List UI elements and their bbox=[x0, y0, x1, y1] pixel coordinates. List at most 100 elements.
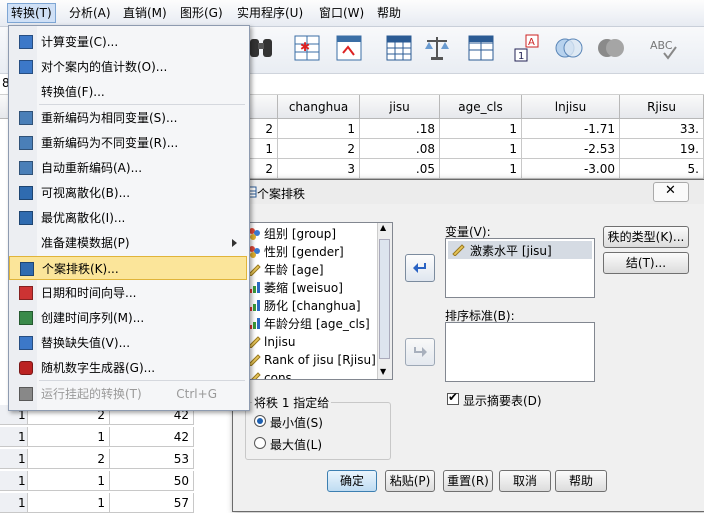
grid-cell[interactable]: 3 bbox=[278, 159, 360, 179]
menu-item[interactable]: 准备建模数据(P) bbox=[9, 231, 247, 255]
grid-cell[interactable]: -1.71 bbox=[522, 119, 620, 139]
menu-item[interactable]: 对个案内的值计数(O)... bbox=[9, 55, 247, 79]
menu-item[interactable]: 转换值(F)... bbox=[9, 80, 247, 104]
grid-cell[interactable]: 33. bbox=[620, 119, 704, 139]
show-all-variables-icon[interactable] bbox=[596, 33, 626, 63]
help-button[interactable]: 帮助 bbox=[555, 470, 607, 492]
row-header[interactable]: 1 bbox=[0, 427, 28, 447]
variables-target-list[interactable]: 激素水平 [jisu] bbox=[445, 238, 595, 298]
move-to-sortby-button[interactable] bbox=[405, 338, 435, 366]
menu-item[interactable]: 自动重新编码(A)... bbox=[9, 156, 247, 180]
col-header-rjisu[interactable]: Rjisu bbox=[620, 95, 704, 119]
scroll-up-icon[interactable]: ▲ bbox=[380, 223, 386, 232]
paste-button[interactable]: 粘贴(P) bbox=[385, 470, 435, 492]
dialog-titlebar[interactable]: 个案排秩 ✕ bbox=[233, 180, 704, 204]
menu-item[interactable]: 可视离散化(B)... bbox=[9, 181, 247, 205]
grid-cell[interactable]: 1 bbox=[440, 139, 522, 159]
scrollbar-thumb[interactable] bbox=[379, 239, 390, 359]
list-item[interactable]: 年龄分组 [age_cls] bbox=[248, 315, 370, 333]
menu-item-label: 重新编码为不同变量(R)... bbox=[41, 136, 179, 150]
grid-cell[interactable]: 53 bbox=[110, 449, 194, 469]
list-item[interactable]: 肠化 [changhua] bbox=[248, 297, 361, 315]
menu-window[interactable]: 窗口(W) bbox=[316, 4, 367, 22]
list-item[interactable]: 年龄 [age] bbox=[248, 261, 324, 279]
list-item[interactable]: 萎缩 [weisuo] bbox=[248, 279, 343, 297]
spell-check-icon[interactable]: ABC bbox=[648, 33, 678, 63]
close-button[interactable]: ✕ bbox=[653, 182, 689, 202]
menu-analyze[interactable]: 分析(A) bbox=[66, 4, 114, 22]
use-variable-sets-icon[interactable] bbox=[554, 33, 584, 63]
radio-smallest[interactable] bbox=[254, 415, 266, 427]
grid-cell[interactable]: 2 bbox=[28, 449, 110, 469]
menu-item[interactable]: 个案排秩(K)... bbox=[9, 256, 247, 280]
col-header-lnjisu[interactable]: lnjisu bbox=[522, 95, 620, 119]
reset-button[interactable]: 重置(R) bbox=[443, 470, 493, 492]
col-header-changhua[interactable]: changhua bbox=[278, 95, 360, 119]
grid-cell[interactable]: 1 bbox=[278, 119, 360, 139]
menu-item[interactable]: 替换缺失值(V)... bbox=[9, 331, 247, 355]
row-header[interactable]: 1 bbox=[0, 493, 28, 513]
grid-cell[interactable]: 19. bbox=[620, 139, 704, 159]
row-header[interactable]: 1 bbox=[0, 449, 28, 469]
grid-cell[interactable]: .05 bbox=[360, 159, 440, 179]
menu-item[interactable]: 最优离散化(I)... bbox=[9, 206, 247, 230]
insert-variable-icon[interactable] bbox=[334, 33, 364, 63]
grid-cell[interactable]: 2 bbox=[278, 139, 360, 159]
list-item[interactable]: 性别 [gender] bbox=[248, 243, 344, 261]
menu-item[interactable]: 重新编码为不同变量(R)... bbox=[9, 131, 247, 155]
grid-cell[interactable]: .18 bbox=[360, 119, 440, 139]
scroll-down-icon[interactable]: ▼ bbox=[380, 367, 386, 376]
weight-cases-icon[interactable] bbox=[422, 33, 452, 63]
list-item[interactable]: Rank of jisu [Rjisu] bbox=[248, 351, 376, 369]
menu-direct-marketing[interactable]: 直销(M) bbox=[120, 4, 170, 22]
binoculars-icon[interactable] bbox=[246, 33, 276, 63]
radio-largest[interactable] bbox=[254, 437, 266, 449]
grid-cell[interactable]: 1 bbox=[440, 159, 522, 179]
menu-graphs[interactable]: 图形(G) bbox=[177, 4, 226, 22]
grid-cell[interactable]: 57 bbox=[110, 493, 194, 513]
list-scrollbar[interactable]: ▲ ▼ bbox=[377, 223, 392, 379]
col-header-age-cls[interactable]: age_cls bbox=[440, 95, 522, 119]
grid-cell[interactable]: -3.00 bbox=[522, 159, 620, 179]
grid-cell[interactable]: 1 bbox=[28, 471, 110, 491]
ties-button[interactable]: 结(T)... bbox=[603, 252, 689, 274]
svg-text:1: 1 bbox=[518, 51, 524, 62]
grid-cell[interactable]: 50 bbox=[110, 471, 194, 491]
value-labels-icon[interactable]: A1 bbox=[512, 33, 542, 63]
list-item[interactable]: lnjisu bbox=[248, 333, 295, 351]
menu-item[interactable]: 创建时间序列(M)... bbox=[9, 306, 247, 330]
grid-cell[interactable]: -2.53 bbox=[522, 139, 620, 159]
run-pending-icon bbox=[19, 387, 33, 401]
move-to-variables-button[interactable] bbox=[405, 254, 435, 282]
grid-cell[interactable]: 5. bbox=[620, 159, 704, 179]
row-header[interactable]: 1 bbox=[0, 471, 28, 491]
grid-cell[interactable]: 1 bbox=[440, 119, 522, 139]
menu-transform[interactable]: 转换(T) bbox=[7, 3, 56, 23]
list-item[interactable]: 组别 [group] bbox=[248, 225, 336, 243]
menu-help[interactable]: 帮助 bbox=[374, 4, 404, 22]
show-summary-checkbox[interactable]: ✔ bbox=[447, 390, 459, 405]
cancel-button[interactable]: 取消 bbox=[499, 470, 551, 492]
grid-cell[interactable]: 42 bbox=[110, 427, 194, 447]
menu-item[interactable]: 运行挂起的转换(T) Ctrl+G bbox=[9, 382, 247, 406]
grid-cell[interactable]: 1 bbox=[28, 493, 110, 513]
insert-cases-icon[interactable]: ✱ bbox=[292, 33, 322, 63]
menu-item[interactable]: 计算变量(C)... bbox=[9, 30, 247, 54]
menu-item[interactable]: 随机数字生成器(G)... bbox=[9, 356, 247, 380]
ok-button[interactable]: 确定 bbox=[327, 470, 377, 492]
col-header-jisu[interactable]: jisu bbox=[360, 95, 440, 119]
grid-cell[interactable]: 1 bbox=[28, 427, 110, 447]
count-icon bbox=[19, 60, 33, 74]
source-variable-list[interactable]: 组别 [group] 性别 [gender] 年龄 [age] 萎缩 [weisuo]… bbox=[245, 222, 393, 380]
select-cases-icon[interactable] bbox=[466, 33, 496, 63]
list-item[interactable]: cons bbox=[248, 369, 292, 379]
menu-utilities[interactable]: 实用程序(U) bbox=[234, 4, 306, 22]
menu-item[interactable]: 重新编码为相同变量(S)... bbox=[9, 106, 247, 130]
split-file-icon[interactable] bbox=[384, 33, 414, 63]
replace-missing-icon bbox=[19, 336, 33, 350]
sortby-target-list[interactable] bbox=[445, 322, 595, 382]
grid-cell[interactable]: .08 bbox=[360, 139, 440, 159]
menu-item[interactable]: 日期和时间向导... bbox=[9, 281, 247, 305]
rank-types-button[interactable]: 秩的类型(K)... bbox=[603, 226, 689, 248]
list-item[interactable]: 激素水平 [jisu] bbox=[448, 241, 592, 259]
